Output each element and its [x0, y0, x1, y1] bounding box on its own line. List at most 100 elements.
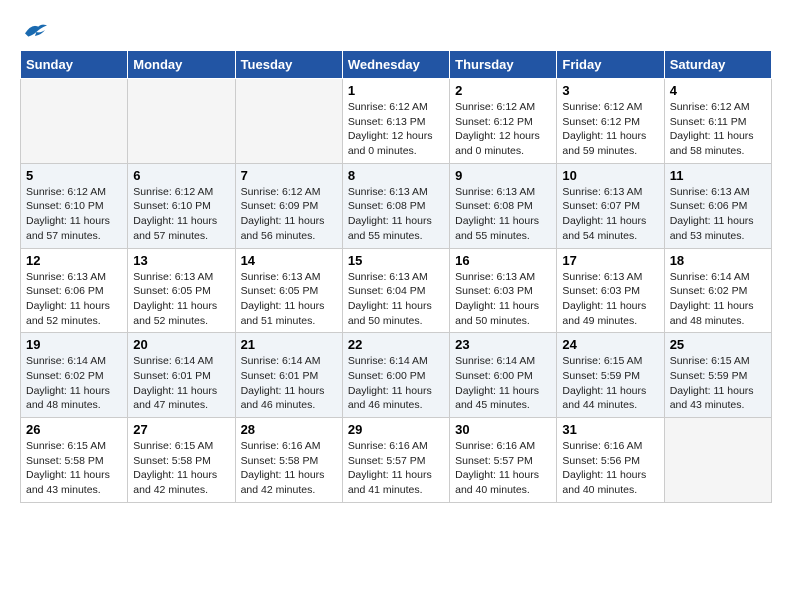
day-number: 18	[670, 253, 766, 268]
day-header-tuesday: Tuesday	[235, 51, 342, 79]
calendar-cell	[235, 79, 342, 164]
calendar-cell	[664, 418, 771, 503]
page-header	[20, 20, 772, 40]
day-info: Sunrise: 6:16 AMSunset: 5:56 PMDaylight:…	[562, 439, 658, 498]
day-info: Sunrise: 6:14 AMSunset: 6:00 PMDaylight:…	[348, 354, 444, 413]
day-number: 12	[26, 253, 122, 268]
calendar-cell	[21, 79, 128, 164]
day-number: 14	[241, 253, 337, 268]
calendar-cell: 23 Sunrise: 6:14 AMSunset: 6:00 PMDayligh…	[450, 333, 557, 418]
logo	[20, 20, 54, 40]
day-number: 26	[26, 422, 122, 437]
calendar-cell: 28 Sunrise: 6:16 AMSunset: 5:58 PMDayligh…	[235, 418, 342, 503]
day-header-friday: Friday	[557, 51, 664, 79]
day-number: 11	[670, 168, 766, 183]
day-header-monday: Monday	[128, 51, 235, 79]
calendar-cell: 12 Sunrise: 6:13 AMSunset: 6:06 PMDayligh…	[21, 248, 128, 333]
day-info: Sunrise: 6:13 AMSunset: 6:05 PMDaylight:…	[133, 270, 229, 329]
calendar-cell: 3 Sunrise: 6:12 AMSunset: 6:12 PMDaylight…	[557, 79, 664, 164]
day-number: 25	[670, 337, 766, 352]
day-info: Sunrise: 6:12 AMSunset: 6:09 PMDaylight:…	[241, 185, 337, 244]
day-info: Sunrise: 6:12 AMSunset: 6:12 PMDaylight:…	[455, 100, 551, 159]
calendar-cell: 13 Sunrise: 6:13 AMSunset: 6:05 PMDayligh…	[128, 248, 235, 333]
calendar-cell: 15 Sunrise: 6:13 AMSunset: 6:04 PMDayligh…	[342, 248, 449, 333]
day-number: 4	[670, 83, 766, 98]
day-info: Sunrise: 6:14 AMSunset: 6:01 PMDaylight:…	[133, 354, 229, 413]
day-info: Sunrise: 6:13 AMSunset: 6:04 PMDaylight:…	[348, 270, 444, 329]
calendar-cell: 20 Sunrise: 6:14 AMSunset: 6:01 PMDayligh…	[128, 333, 235, 418]
calendar-cell: 17 Sunrise: 6:13 AMSunset: 6:03 PMDayligh…	[557, 248, 664, 333]
day-info: Sunrise: 6:12 AMSunset: 6:12 PMDaylight:…	[562, 100, 658, 159]
calendar-cell: 29 Sunrise: 6:16 AMSunset: 5:57 PMDayligh…	[342, 418, 449, 503]
day-info: Sunrise: 6:16 AMSunset: 5:57 PMDaylight:…	[455, 439, 551, 498]
calendar-cell: 4Sunrise: 6:12 AMSunset: 6:11 PMDaylight…	[664, 79, 771, 164]
calendar-cell: 27 Sunrise: 6:15 AMSunset: 5:58 PMDayligh…	[128, 418, 235, 503]
day-info: Sunrise: 6:13 AMSunset: 6:03 PMDaylight:…	[455, 270, 551, 329]
day-info: Sunrise: 6:13 AMSunset: 6:03 PMDaylight:…	[562, 270, 658, 329]
day-number: 5	[26, 168, 122, 183]
day-info: Sunrise: 6:13 AMSunset: 6:06 PMDaylight:…	[26, 270, 122, 329]
day-number: 9	[455, 168, 551, 183]
day-number: 3	[562, 83, 658, 98]
day-number: 1	[348, 83, 444, 98]
day-number: 23	[455, 337, 551, 352]
calendar-cell: 24 Sunrise: 6:15 AMSunset: 5:59 PMDayligh…	[557, 333, 664, 418]
day-info: Sunrise: 6:14 AMSunset: 6:00 PMDaylight:…	[455, 354, 551, 413]
calendar-cell: 5 Sunrise: 6:12 AMSunset: 6:10 PMDaylight…	[21, 163, 128, 248]
day-number: 6	[133, 168, 229, 183]
calendar-cell: 10 Sunrise: 6:13 AMSunset: 6:07 PMDayligh…	[557, 163, 664, 248]
day-header-saturday: Saturday	[664, 51, 771, 79]
day-info: Sunrise: 6:13 AMSunset: 6:08 PMDaylight:…	[348, 185, 444, 244]
day-info: Sunrise: 6:13 AMSunset: 6:05 PMDaylight:…	[241, 270, 337, 329]
day-number: 31	[562, 422, 658, 437]
day-number: 10	[562, 168, 658, 183]
day-number: 8	[348, 168, 444, 183]
day-number: 27	[133, 422, 229, 437]
day-info: Sunrise: 6:16 AMSunset: 5:58 PMDaylight:…	[241, 439, 337, 498]
calendar-week-row: 1Sunrise: 6:12 AMSunset: 6:13 PMDaylight…	[21, 79, 772, 164]
day-number: 17	[562, 253, 658, 268]
calendar-week-row: 5 Sunrise: 6:12 AMSunset: 6:10 PMDaylight…	[21, 163, 772, 248]
calendar-cell: 16 Sunrise: 6:13 AMSunset: 6:03 PMDayligh…	[450, 248, 557, 333]
day-number: 24	[562, 337, 658, 352]
day-number: 28	[241, 422, 337, 437]
calendar-cell: 30 Sunrise: 6:16 AMSunset: 5:57 PMDayligh…	[450, 418, 557, 503]
day-info: Sunrise: 6:15 AMSunset: 5:59 PMDaylight:…	[670, 354, 766, 413]
calendar-table: SundayMondayTuesdayWednesdayThursdayFrid…	[20, 50, 772, 503]
day-number: 29	[348, 422, 444, 437]
day-info: Sunrise: 6:13 AMSunset: 6:06 PMDaylight:…	[670, 185, 766, 244]
calendar-cell: 18Sunrise: 6:14 AMSunset: 6:02 PMDayligh…	[664, 248, 771, 333]
day-info: Sunrise: 6:13 AMSunset: 6:08 PMDaylight:…	[455, 185, 551, 244]
day-header-thursday: Thursday	[450, 51, 557, 79]
day-number: 16	[455, 253, 551, 268]
day-header-wednesday: Wednesday	[342, 51, 449, 79]
day-info: Sunrise: 6:13 AMSunset: 6:07 PMDaylight:…	[562, 185, 658, 244]
day-number: 30	[455, 422, 551, 437]
day-number: 7	[241, 168, 337, 183]
day-info: Sunrise: 6:14 AMSunset: 6:01 PMDaylight:…	[241, 354, 337, 413]
logo-icon	[20, 20, 50, 40]
day-number: 13	[133, 253, 229, 268]
day-info: Sunrise: 6:15 AMSunset: 5:58 PMDaylight:…	[26, 439, 122, 498]
calendar-cell: 19Sunrise: 6:14 AMSunset: 6:02 PMDayligh…	[21, 333, 128, 418]
calendar-week-row: 12 Sunrise: 6:13 AMSunset: 6:06 PMDayligh…	[21, 248, 772, 333]
calendar-cell	[128, 79, 235, 164]
calendar-cell: 7 Sunrise: 6:12 AMSunset: 6:09 PMDaylight…	[235, 163, 342, 248]
day-number: 15	[348, 253, 444, 268]
calendar-cell: 14 Sunrise: 6:13 AMSunset: 6:05 PMDayligh…	[235, 248, 342, 333]
calendar-cell: 25 Sunrise: 6:15 AMSunset: 5:59 PMDayligh…	[664, 333, 771, 418]
day-number: 21	[241, 337, 337, 352]
calendar-cell: 2 Sunrise: 6:12 AMSunset: 6:12 PMDaylight…	[450, 79, 557, 164]
day-info: Sunrise: 6:16 AMSunset: 5:57 PMDaylight:…	[348, 439, 444, 498]
day-number: 20	[133, 337, 229, 352]
day-header-sunday: Sunday	[21, 51, 128, 79]
calendar-cell: 26 Sunrise: 6:15 AMSunset: 5:58 PMDayligh…	[21, 418, 128, 503]
day-info: Sunrise: 6:12 AMSunset: 6:10 PMDaylight:…	[26, 185, 122, 244]
calendar-week-row: 26 Sunrise: 6:15 AMSunset: 5:58 PMDayligh…	[21, 418, 772, 503]
day-info: Sunrise: 6:15 AMSunset: 5:59 PMDaylight:…	[562, 354, 658, 413]
day-number: 2	[455, 83, 551, 98]
calendar-cell: 31 Sunrise: 6:16 AMSunset: 5:56 PMDayligh…	[557, 418, 664, 503]
day-info: Sunrise: 6:12 AMSunset: 6:10 PMDaylight:…	[133, 185, 229, 244]
day-info: Sunrise: 6:15 AMSunset: 5:58 PMDaylight:…	[133, 439, 229, 498]
calendar-cell: 11 Sunrise: 6:13 AMSunset: 6:06 PMDayligh…	[664, 163, 771, 248]
